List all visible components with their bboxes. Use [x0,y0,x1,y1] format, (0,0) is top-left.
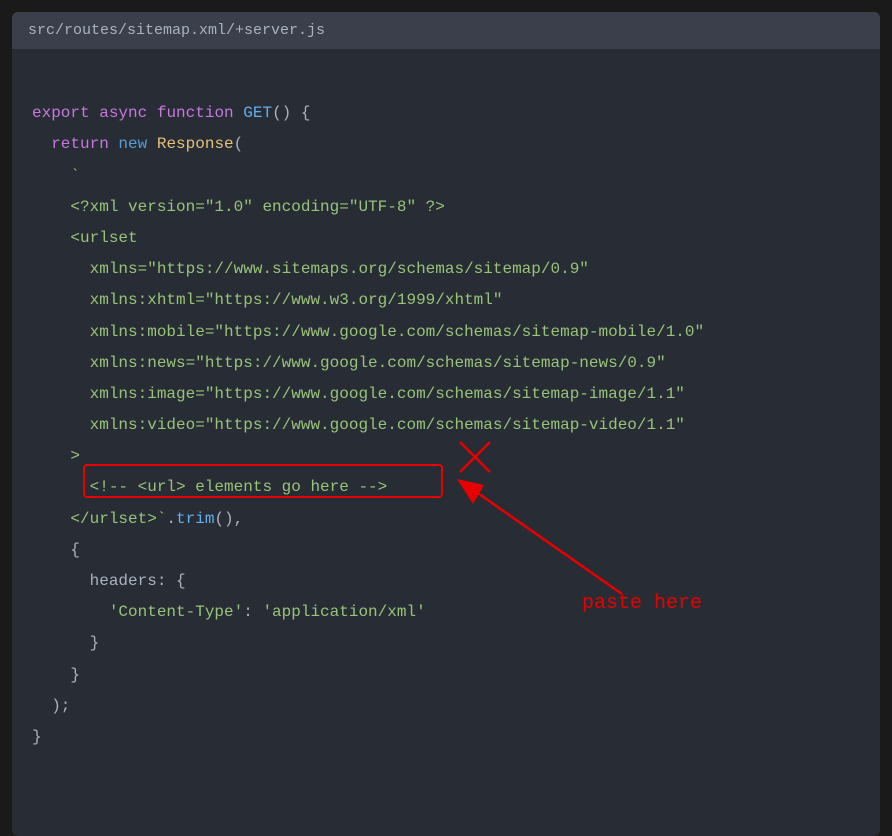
header-value: 'application/xml' [262,603,425,621]
open-paren: ( [234,135,244,153]
keyword-async: async [99,104,147,122]
code-line-19: } [32,666,80,684]
code-line-7: xmlns:xhtml="https://www.w3.org/1999/xht… [32,291,502,309]
method-trim: trim [176,510,214,528]
code-line-14b: (), [214,510,243,528]
keyword-return: return [51,135,109,153]
code-line-11: xmlns:video="https://www.google.com/sche… [32,416,685,434]
class-response: Response [157,135,234,153]
keyword-export: export [32,104,90,122]
code-line-8: xmlns:mobile="https://www.google.com/sch… [32,323,704,341]
parens-brace: () { [272,104,310,122]
code-line-4: <?xml version="1.0" encoding="UTF-8" ?> [32,198,445,216]
template-backtick: ` [32,167,80,185]
arrow-icon [442,434,652,614]
code-line-15: { [32,541,80,559]
code-line-14a: </urlset>` [32,510,166,528]
code-line-20: ); [32,697,70,715]
code-block: src/routes/sitemap.xml/+server.js export… [12,12,880,836]
function-name: GET [243,104,272,122]
code-line-6: xmlns="https://www.sitemaps.org/schemas/… [32,260,589,278]
code-line-21: } [32,728,42,746]
filename-text: src/routes/sitemap.xml/+server.js [28,22,325,39]
code-line-13: <!-- <url> elements go here --> [32,478,387,496]
annotation-layer: paste here [12,49,880,836]
header-key: 'Content-Type' [109,603,243,621]
annotation-label: paste here [582,584,702,623]
code-line-10: xmlns:image="https://www.google.com/sche… [32,385,685,403]
filename-bar: src/routes/sitemap.xml/+server.js [12,12,880,49]
keyword-new: new [118,135,147,153]
code-line-16-rest: : { [157,572,186,590]
prop-headers: headers [90,572,157,590]
keyword-function: function [157,104,234,122]
code-line-9: xmlns:news="https://www.google.com/schem… [32,354,666,372]
code-line-12: > [32,447,80,465]
code-content: export async function GET() { return new… [12,49,880,836]
code-line-18: } [32,634,99,652]
code-line-5: <urlset [32,229,138,247]
colon: : [243,603,262,621]
